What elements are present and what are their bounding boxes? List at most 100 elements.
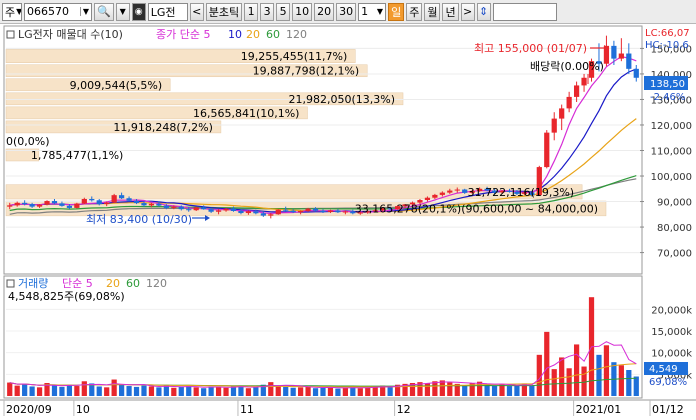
volume-legend-ma120: 120 xyxy=(146,277,167,290)
stock-name-field: LG전 xyxy=(147,2,188,21)
period-week-button[interactable]: 주 xyxy=(406,2,423,21)
period-button-30[interactable]: 30 xyxy=(336,2,357,21)
volume-profile-label: 0(0,0%) xyxy=(6,135,50,148)
volume-bar xyxy=(171,387,177,396)
candle-body xyxy=(230,208,237,211)
candle-body xyxy=(208,209,214,212)
volume-bar xyxy=(74,386,80,396)
period-button-1[interactable]: 1 xyxy=(244,2,259,21)
chevron-left-icon: < xyxy=(192,5,202,18)
candle-body xyxy=(618,53,624,59)
volume-bar xyxy=(581,366,587,396)
market-select[interactable]: 주 ▼ xyxy=(2,2,22,21)
menu-button[interactable]: ▼ xyxy=(115,2,130,21)
period-year-label: 년 xyxy=(445,5,456,19)
period-year-button[interactable]: 년 xyxy=(442,2,459,21)
volume-bar xyxy=(432,381,438,396)
candle-body xyxy=(119,195,125,199)
current-volume-pct: 69,08% xyxy=(649,377,687,388)
candle-body xyxy=(186,209,192,211)
chevron-down-icon[interactable]: ▼ xyxy=(79,7,89,16)
volume-profile-label: 19,887,798(12,1%) xyxy=(253,65,360,78)
period-day-button[interactable]: 일 xyxy=(388,2,405,21)
candle-body xyxy=(290,210,296,213)
volume-bar xyxy=(283,386,289,396)
volume-legend-ma20: 20 xyxy=(106,277,120,290)
period-week-label: 주 xyxy=(409,5,420,19)
volume-bar xyxy=(312,388,319,396)
stock-chart-svg[interactable]: 19,255,455(11,7%) 19,887,798(12,1%) 9,009,… xyxy=(0,24,696,417)
legend-ma10: 10 xyxy=(228,28,242,41)
volume-tick-label: 20,000k xyxy=(651,305,692,316)
updown-button[interactable]: ⇕ xyxy=(476,2,491,21)
x-axis-label: 10 xyxy=(76,403,90,416)
price-tick-label: 80,000 xyxy=(657,223,692,234)
x-axis-label: 11 xyxy=(240,403,254,416)
volume-bar xyxy=(178,386,184,396)
current-volume: 4,549 xyxy=(649,364,678,375)
candle-body xyxy=(342,211,348,213)
volume-bar xyxy=(215,386,222,396)
next-arrow-button[interactable]: > xyxy=(460,2,475,21)
candle-body xyxy=(22,202,28,205)
period-month-button[interactable]: 월 xyxy=(424,2,441,21)
search-button[interactable]: 🔍 xyxy=(94,2,114,21)
chevron-right-icon: > xyxy=(462,5,473,18)
period-button-3[interactable]: 3 xyxy=(260,2,275,21)
volume-bar xyxy=(342,387,348,396)
prev-arrow-button[interactable]: < xyxy=(189,2,204,21)
volume-bar xyxy=(96,386,102,396)
volume-bar xyxy=(201,388,207,396)
volume-bar xyxy=(29,386,35,396)
period-button-5[interactable]: 5 xyxy=(276,2,291,21)
candle-body xyxy=(439,192,445,195)
chart-area[interactable]: 19,255,455(11,7%) 19,887,798(12,1%) 9,009,… xyxy=(0,24,696,417)
period-tick-button[interactable]: 분초틱 xyxy=(205,2,243,21)
x-axis-label: 2021/01 xyxy=(576,403,622,416)
volume-bar xyxy=(573,344,580,396)
candle-body xyxy=(163,205,169,208)
period-button-20[interactable]: 20 xyxy=(314,2,335,21)
volume-bar xyxy=(298,387,304,396)
legend-ma120: 120 xyxy=(286,28,307,41)
volume-bar xyxy=(156,387,162,396)
price-tick-label: 90,000 xyxy=(657,198,692,209)
candle-body xyxy=(223,208,229,211)
candle-body xyxy=(178,206,184,210)
volume-profile-label: 9,009,544(5,5%) xyxy=(70,79,163,92)
candle-body xyxy=(432,194,438,198)
current-change: -2.46% xyxy=(650,92,685,103)
hc-label: HC:-10,6 xyxy=(645,40,689,51)
x-axis-label: 2020/09 xyxy=(6,403,52,416)
candle-body xyxy=(29,204,35,207)
candle-body xyxy=(335,210,341,213)
volume-bar xyxy=(320,387,326,396)
candle-body xyxy=(111,195,117,203)
unit-select[interactable]: 1 ▼ xyxy=(358,2,387,21)
volume-bar xyxy=(148,386,155,396)
candle-body xyxy=(141,203,147,206)
blank-input[interactable] xyxy=(492,2,557,21)
stock-code-input[interactable]: 066570 ▼ xyxy=(24,2,92,21)
candle-body xyxy=(96,200,102,205)
period-button-label: 20 xyxy=(317,5,332,18)
volume-bar xyxy=(506,386,513,396)
favorite-button[interactable]: ◉ xyxy=(131,2,146,21)
volume-bar xyxy=(350,386,356,396)
volume-bar xyxy=(186,386,192,396)
candle-body xyxy=(74,203,80,208)
period-button-label: 10 xyxy=(295,5,310,18)
search-icon: 🔍 xyxy=(97,5,111,18)
period-button-10[interactable]: 10 xyxy=(292,2,313,21)
dividend-label: 배당락(0.00%) xyxy=(530,60,604,73)
volume-bar xyxy=(596,354,602,396)
candle-body xyxy=(283,209,289,211)
volume-bar xyxy=(387,386,393,396)
candle-body xyxy=(551,118,557,133)
price-tick-label: 100,000 xyxy=(651,172,692,183)
period-month-label: 월 xyxy=(427,5,438,19)
candle-body xyxy=(104,202,110,205)
toolbar: 주 ▼ 066570 ▼ 🔍 ▼ ◉ LG전 < 분초틱 1 3 5 10 20 3… xyxy=(0,0,696,24)
volume-tick-label: 10,000k xyxy=(651,349,692,360)
candle-body xyxy=(148,203,155,206)
